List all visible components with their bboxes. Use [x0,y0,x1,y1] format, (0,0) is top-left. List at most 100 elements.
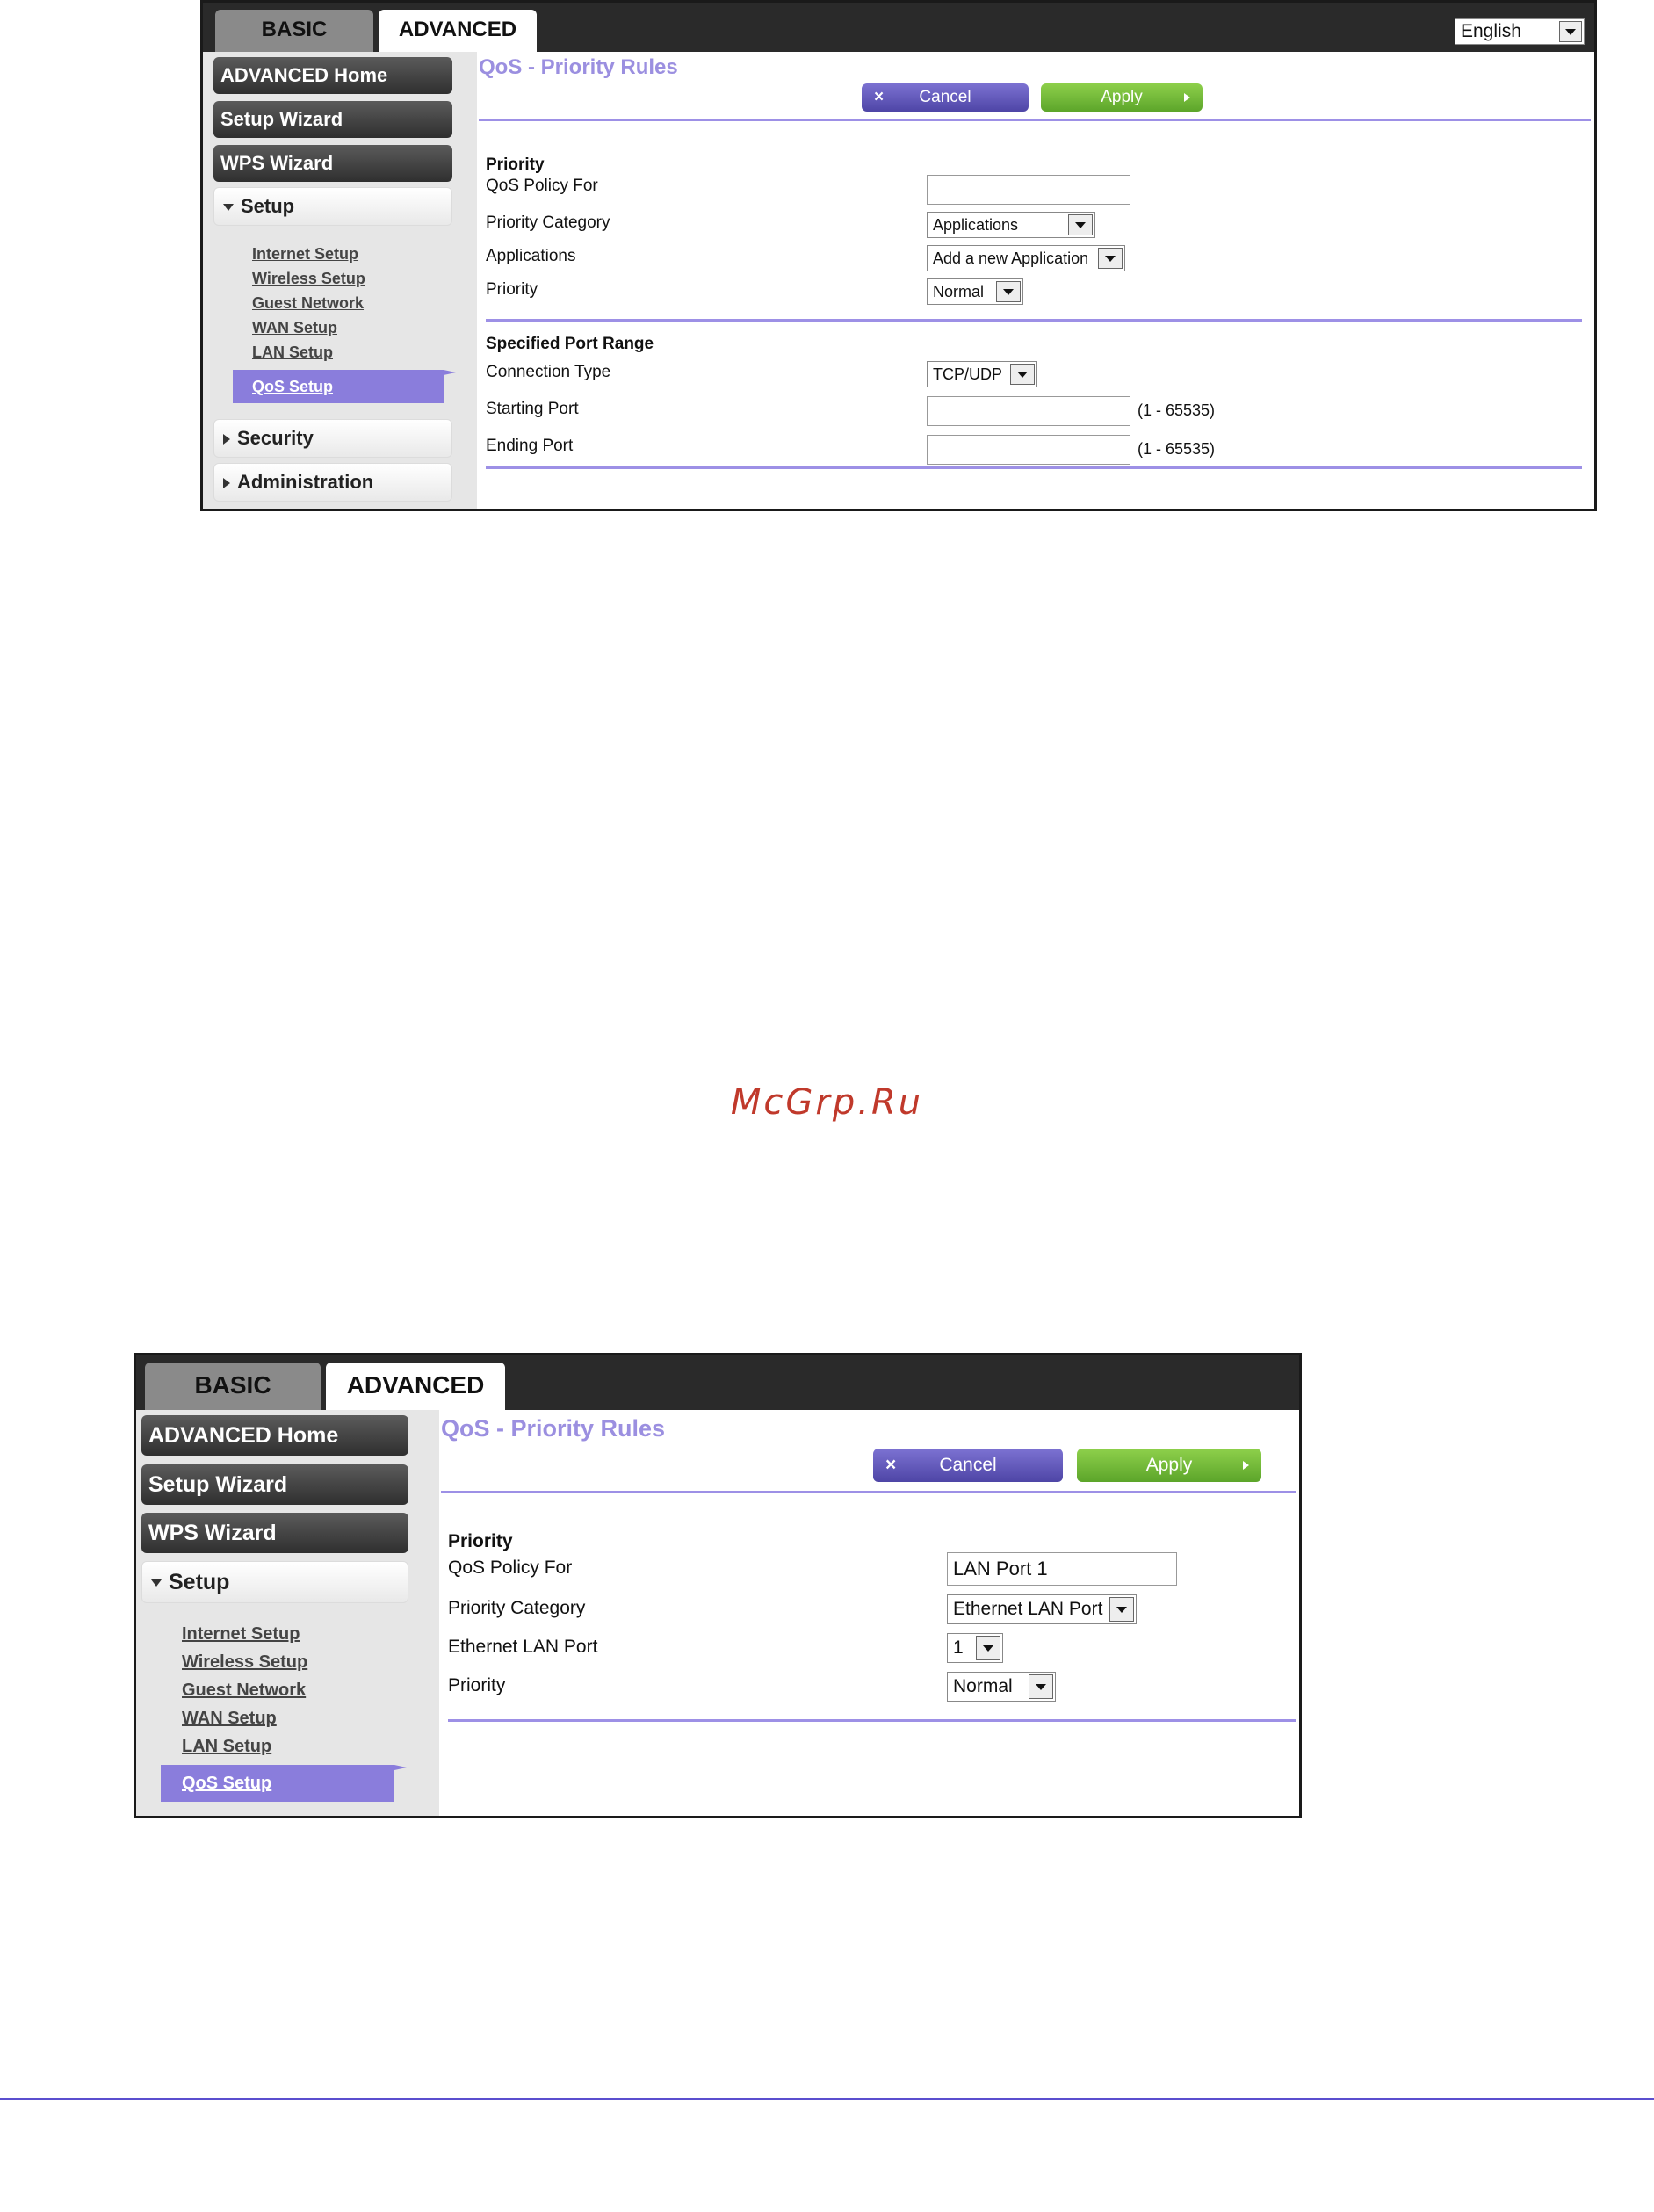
apply-button[interactable]: Apply [1077,1449,1261,1482]
divider [479,119,1591,121]
apply-button[interactable]: Apply [1041,83,1203,112]
nav-section-security[interactable]: Security [213,419,452,458]
nav-advanced-home[interactable]: ADVANCED Home [141,1415,408,1456]
sidebar-item-guest-network[interactable]: Guest Network [182,1681,306,1701]
cancel-label: Cancel [919,88,971,106]
nav-advanced-home[interactable]: ADVANCED Home [213,57,452,94]
priority-label: Priority [448,1675,506,1695]
cancel-label: Cancel [939,1455,997,1475]
divider [441,1491,1296,1493]
nav-section-setup[interactable]: Setup [141,1561,408,1603]
dropdown-arrow-icon [1010,364,1035,385]
sidebar: ADVANCED Home Setup Wizard WPS Wizard Se… [136,1410,439,1816]
nav-section-security-label: Security [237,427,314,449]
qos-policy-for-input[interactable] [927,175,1130,205]
sidebar-item-guest-network[interactable]: Guest Network [252,294,364,313]
dropdown-arrow-icon [976,1636,1000,1660]
divider [486,319,1582,322]
sidebar-item-wireless-setup[interactable]: Wireless Setup [182,1652,307,1673]
router-screenshot-1: BASIC ADVANCED English ADVANCED Home Set… [200,0,1597,511]
sidebar-item-wireless-setup[interactable]: Wireless Setup [252,270,365,288]
language-select[interactable]: English [1455,18,1585,45]
priority-category-select[interactable]: Applications [927,212,1095,238]
priority-select[interactable]: Normal [947,1672,1056,1702]
sidebar-item-qos-setup[interactable]: QoS Setup [233,370,456,403]
ending-port-label: Ending Port [486,437,574,455]
priority-label: Priority [486,280,538,299]
priority-value: Normal [953,1676,1013,1696]
language-value: English [1461,21,1521,41]
sidebar-item-internet-setup[interactable]: Internet Setup [182,1624,300,1645]
applications-select[interactable]: Add a new Application [927,245,1125,271]
ethernet-lan-port-label: Ethernet LAN Port [448,1637,598,1657]
sidebar-item-qos-setup[interactable]: QoS Setup [161,1765,407,1802]
port-range-heading: Specified Port Range [486,335,654,353]
dropdown-arrow-icon [996,281,1021,302]
sidebar-item-wan-setup[interactable]: WAN Setup [182,1709,277,1729]
priority-select[interactable]: Normal [927,278,1023,305]
nav-section-administration-label: Administration [237,471,374,493]
connection-type-value: TCP/UDP [933,365,1003,383]
priority-category-value: Applications [933,216,1019,234]
tab-bar: BASIC ADVANCED [136,1355,1299,1417]
arrow-right-icon [1184,93,1190,102]
dropdown-arrow-icon [1029,1674,1053,1699]
nav-setup-wizard[interactable]: Setup Wizard [141,1464,408,1505]
triangle-right-icon [223,434,230,445]
connection-type-select[interactable]: TCP/UDP [927,361,1037,387]
watermark: McGrp.Ru [730,1082,924,1123]
tab-basic[interactable]: BASIC [145,1363,321,1417]
priority-category-select[interactable]: Ethernet LAN Port [947,1594,1137,1624]
priority-heading: Priority [448,1531,513,1551]
nav-section-setup-label: Setup [169,1570,230,1594]
nav-section-setup-label: Setup [241,195,295,217]
priority-value: Normal [933,283,985,300]
tab-bar: BASIC ADVANCED English [203,3,1594,59]
qos-policy-for-label: QoS Policy For [486,177,598,195]
qos-policy-for-label: QoS Policy For [448,1558,573,1578]
sidebar-item-lan-setup[interactable]: LAN Setup [182,1737,271,1757]
starting-port-input[interactable] [927,396,1130,426]
triangle-right-icon [223,478,230,489]
main-panel: QoS - Priority Rules × Cancel Apply Prior… [439,1410,1299,1816]
dropdown-arrow-icon [1559,21,1582,42]
ethernet-lan-port-value: 1 [953,1637,964,1658]
footer-divider [0,2098,1654,2100]
applications-value: Add a new Application [933,249,1089,267]
applications-label: Applications [486,247,576,265]
ethernet-lan-port-select[interactable]: 1 [947,1633,1003,1663]
dropdown-arrow-icon [1068,214,1093,235]
starting-port-label: Starting Port [486,400,579,418]
priority-category-label: Priority Category [448,1598,586,1618]
sidebar-item-internet-setup[interactable]: Internet Setup [252,245,358,264]
triangle-down-icon [223,204,234,212]
divider [448,1719,1296,1722]
apply-label: Apply [1145,1455,1193,1475]
nav-section-administration[interactable]: Administration [213,463,452,502]
tab-advanced[interactable]: ADVANCED [326,1363,505,1417]
close-icon: × [874,88,885,106]
nav-section-setup[interactable]: Setup [213,187,452,226]
nav-wps-wizard[interactable]: WPS Wizard [141,1513,408,1553]
arrow-right-icon [1243,1461,1249,1470]
priority-heading: Priority [486,155,545,174]
triangle-down-icon [151,1579,162,1587]
priority-category-label: Priority Category [486,213,610,232]
sidebar-item-lan-setup[interactable]: LAN Setup [252,343,333,362]
apply-label: Apply [1101,88,1143,106]
dropdown-arrow-icon [1109,1597,1134,1622]
dropdown-arrow-icon [1098,248,1123,269]
cancel-button[interactable]: × Cancel [862,83,1029,112]
nav-wps-wizard[interactable]: WPS Wizard [213,145,452,182]
ending-port-range: (1 - 65535) [1138,440,1216,458]
starting-port-range: (1 - 65535) [1138,401,1216,419]
cancel-button[interactable]: × Cancel [873,1449,1063,1482]
connection-type-label: Connection Type [486,363,611,381]
sidebar-item-wan-setup[interactable]: WAN Setup [252,319,337,337]
ending-port-input[interactable] [927,435,1130,465]
page-title: QoS - Priority Rules [441,1415,666,1442]
page-title: QoS - Priority Rules [479,55,678,79]
nav-setup-wizard[interactable]: Setup Wizard [213,101,452,138]
router-screenshot-2: BASIC ADVANCED ADVANCED Home Setup Wizar… [134,1353,1302,1818]
qos-policy-for-input[interactable] [947,1552,1177,1586]
